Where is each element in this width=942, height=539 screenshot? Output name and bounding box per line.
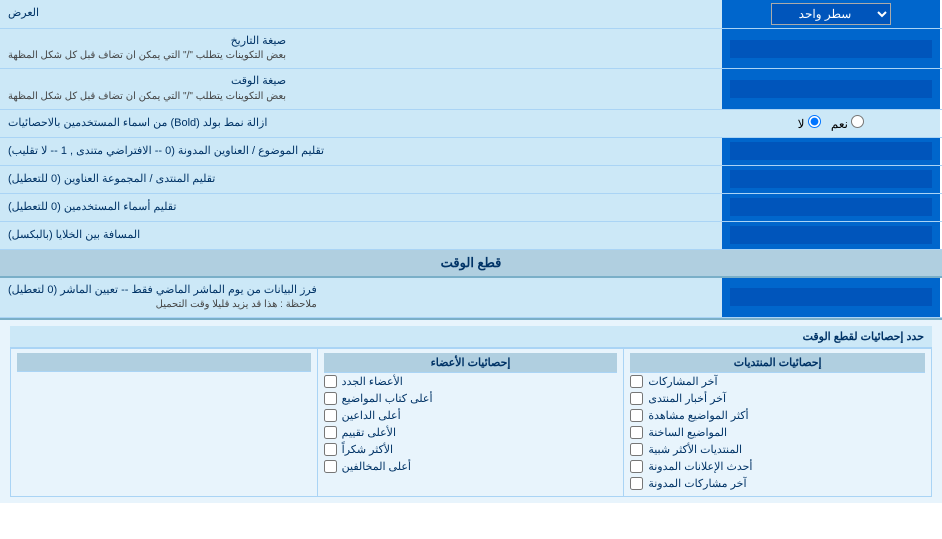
cutoff-field[interactable]: 0 [730, 288, 932, 306]
check-item: أعلى الداعين [324, 407, 618, 424]
check-top-posters[interactable] [324, 392, 337, 405]
check-item: أعلى كتاب المواضيع [324, 390, 618, 407]
col-members: إحصائيات الأعضاء الأعضاء الجدد أعلى كتاب… [318, 349, 625, 496]
check-hot-topics[interactable] [630, 426, 643, 439]
row-ardh: سطر واحد سطران العرض [0, 0, 942, 29]
bold-no-radio[interactable] [808, 115, 821, 128]
ardh-label: العرض [0, 0, 722, 28]
forum-input[interactable]: 33 [722, 166, 942, 193]
ardh-input[interactable]: سطر واحد سطران [722, 0, 942, 28]
spacing-input[interactable]: 2 [722, 222, 942, 249]
col-empty-title [17, 353, 311, 372]
date-format-field[interactable]: d-m [730, 40, 932, 58]
check-blog-posts[interactable] [630, 477, 643, 490]
check-top-referrers[interactable] [324, 409, 337, 422]
spacing-label: المسافة بين الخلايا (بالبكسل) [0, 222, 722, 249]
forum-field[interactable]: 33 [730, 170, 932, 188]
users-field[interactable]: 0 [730, 198, 932, 216]
check-item: الأعلى تقييم [324, 424, 618, 441]
check-new-members[interactable] [324, 375, 337, 388]
row-cutoff: 0 فرز البيانات من يوم الماشر الماضي فقط … [0, 278, 942, 318]
bold-yes-radio[interactable] [851, 115, 864, 128]
check-item: آخر أخبار المنتدى [630, 390, 925, 407]
check-popular-forums[interactable] [630, 443, 643, 456]
bold-yes-label: نعم [831, 115, 864, 131]
time-format-field[interactable]: H:i [730, 80, 932, 98]
time-format-input[interactable]: H:i [722, 69, 942, 108]
check-last-posts[interactable] [630, 375, 643, 388]
check-item: أحدث الإعلانات المدونة [630, 458, 925, 475]
time-format-label: صيغة الوقت بعض التكوينات يتطلب "/" التي … [0, 69, 722, 108]
check-item: أعلى المخالفين [324, 458, 618, 475]
check-announcements[interactable] [630, 460, 643, 473]
bold-label: ازالة نمط بولد (Bold) من اسماء المستخدمي… [0, 110, 722, 137]
date-format-label: صيغة التاريخ بعض التكوينات يتطلب "/" الت… [0, 29, 722, 68]
row-topics: 33 تقليم الموضوع / العناوين المدونة (0 -… [0, 138, 942, 166]
realtime-section-header: قطع الوقت [0, 250, 942, 278]
check-item: المنتديات الأكثر شبية [630, 441, 925, 458]
topics-label: تقليم الموضوع / العناوين المدونة (0 -- ا… [0, 138, 722, 165]
date-format-input[interactable]: d-m [722, 29, 942, 68]
row-time-format: H:i صيغة الوقت بعض التكوينات يتطلب "/" ا… [0, 69, 942, 109]
col-empty [11, 349, 318, 496]
forum-label: تقليم المنتدى / المجموعة العناوين (0 للت… [0, 166, 722, 193]
bold-radio-group: نعم لا [722, 110, 942, 137]
row-date-format: d-m صيغة التاريخ بعض التكوينات يتطلب "/"… [0, 29, 942, 69]
users-label: تقليم أسماء المستخدمين (0 للتعطيل) [0, 194, 722, 221]
cutoff-label: فرز البيانات من يوم الماشر الماضي فقط --… [0, 278, 722, 317]
col-members-title: إحصائيات الأعضاء [324, 353, 618, 373]
check-item: آخر المشاركات [630, 373, 925, 390]
row-bold: نعم لا ازالة نمط بولد (Bold) من اسماء ال… [0, 110, 942, 138]
bold-no-label: لا [798, 115, 821, 131]
row-users: 0 تقليم أسماء المستخدمين (0 للتعطيل) [0, 194, 942, 222]
row-spacing: 2 المسافة بين الخلايا (بالبكسل) [0, 222, 942, 250]
checkboxes-container: حدد إحصائيات لقطع الوقت إحصائيات المنتدي… [0, 318, 942, 503]
check-top-rated[interactable] [324, 426, 337, 439]
check-top-violators[interactable] [324, 460, 337, 473]
users-input[interactable]: 0 [722, 194, 942, 221]
checkboxes-grid: إحصائيات المنتديات آخر المشاركات آخر أخب… [10, 348, 932, 497]
ardh-select[interactable]: سطر واحد سطران [771, 3, 891, 25]
check-item: المواضيع الساخنة [630, 424, 925, 441]
row-forum: 33 تقليم المنتدى / المجموعة العناوين (0 … [0, 166, 942, 194]
check-item: الأعضاء الجدد [324, 373, 618, 390]
check-item: أكثر المواضيع مشاهدة [630, 407, 925, 424]
check-most-viewed[interactable] [630, 409, 643, 422]
cutoff-input[interactable]: 0 [722, 278, 942, 317]
checkboxes-header: حدد إحصائيات لقطع الوقت [10, 326, 932, 348]
check-item: الأكثر شكراً [324, 441, 618, 458]
topics-field[interactable]: 33 [730, 142, 932, 160]
check-item: آخر مشاركات المدونة [630, 475, 925, 492]
check-most-thanked[interactable] [324, 443, 337, 456]
spacing-field[interactable]: 2 [730, 226, 932, 244]
col-forums-title: إحصائيات المنتديات [630, 353, 925, 373]
topics-input[interactable]: 33 [722, 138, 942, 165]
check-forum-news[interactable] [630, 392, 643, 405]
col-forums: إحصائيات المنتديات آخر المشاركات آخر أخب… [624, 349, 931, 496]
